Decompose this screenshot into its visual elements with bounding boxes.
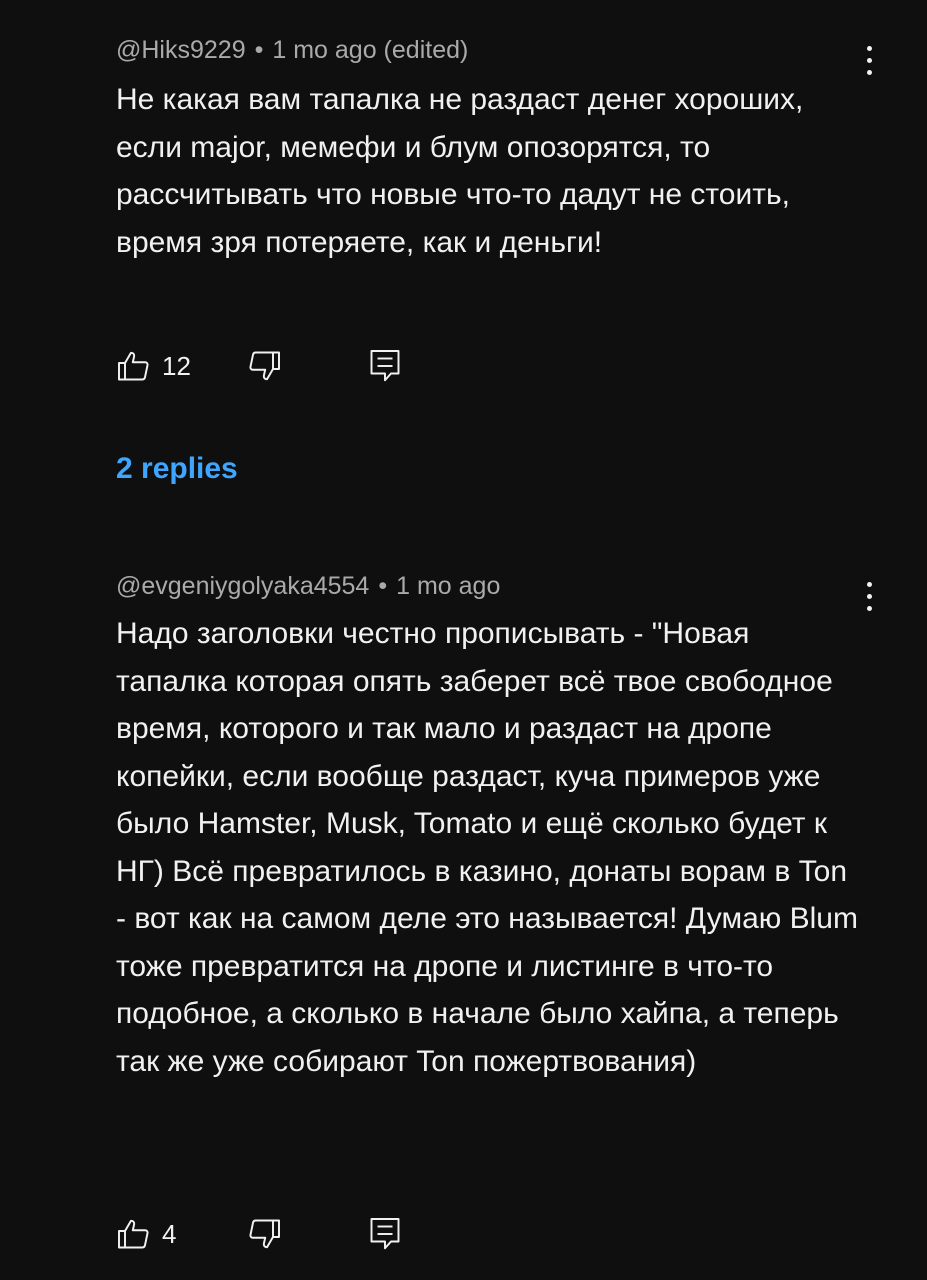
thumbs-down-icon <box>249 351 280 381</box>
dislike-button[interactable] <box>246 1212 282 1256</box>
thumbs-up-icon <box>118 1219 149 1249</box>
reply-comment-icon <box>370 350 400 382</box>
reply-button[interactable] <box>368 1212 402 1256</box>
like-button[interactable]: 12 <box>116 344 191 388</box>
thumbs-down-icon <box>249 1219 280 1249</box>
like-count: 4 <box>162 1218 177 1249</box>
comment-author[interactable]: @evgeniygolyaka4554 <box>116 572 369 600</box>
more-vertical-icon[interactable] <box>858 44 882 78</box>
like-count: 12 <box>162 350 191 381</box>
comment-timestamp[interactable]: 1 mo ago (edited) <box>272 36 468 64</box>
meta-separator: • <box>254 36 264 64</box>
comment-actions: 4 <box>116 1212 516 1256</box>
comment-thread-2: @evgeniygolyaka4554 • 1 mo ago Надо заголо… <box>116 566 876 1085</box>
comment-thread-1: @Hiks9229 • 1 mo ago (edited) Не какая вам… <box>116 30 876 266</box>
more-vertical-icon[interactable] <box>858 580 882 614</box>
comment-actions: 12 <box>116 344 516 388</box>
comment-timestamp[interactable]: 1 mo ago <box>396 572 500 600</box>
meta-separator: • <box>378 572 388 600</box>
comment-meta: @evgeniygolyaka4554 • 1 mo ago <box>116 566 876 606</box>
view-replies-link[interactable]: 2 replies <box>116 446 238 492</box>
reply-button[interactable] <box>368 344 402 388</box>
comment-meta: @Hiks9229 • 1 mo ago (edited) <box>116 30 876 70</box>
like-button[interactable]: 4 <box>116 1212 176 1256</box>
comment-text: Надо заголовки честно прописывать - "Нов… <box>116 617 858 1078</box>
thumbs-up-icon <box>118 351 149 381</box>
comment-text: Не какая вам тапалка не раздаст денег хо… <box>116 83 804 259</box>
comment-author[interactable]: @Hiks9229 <box>116 36 246 64</box>
dislike-button[interactable] <box>246 344 282 388</box>
reply-comment-icon <box>370 1218 400 1250</box>
